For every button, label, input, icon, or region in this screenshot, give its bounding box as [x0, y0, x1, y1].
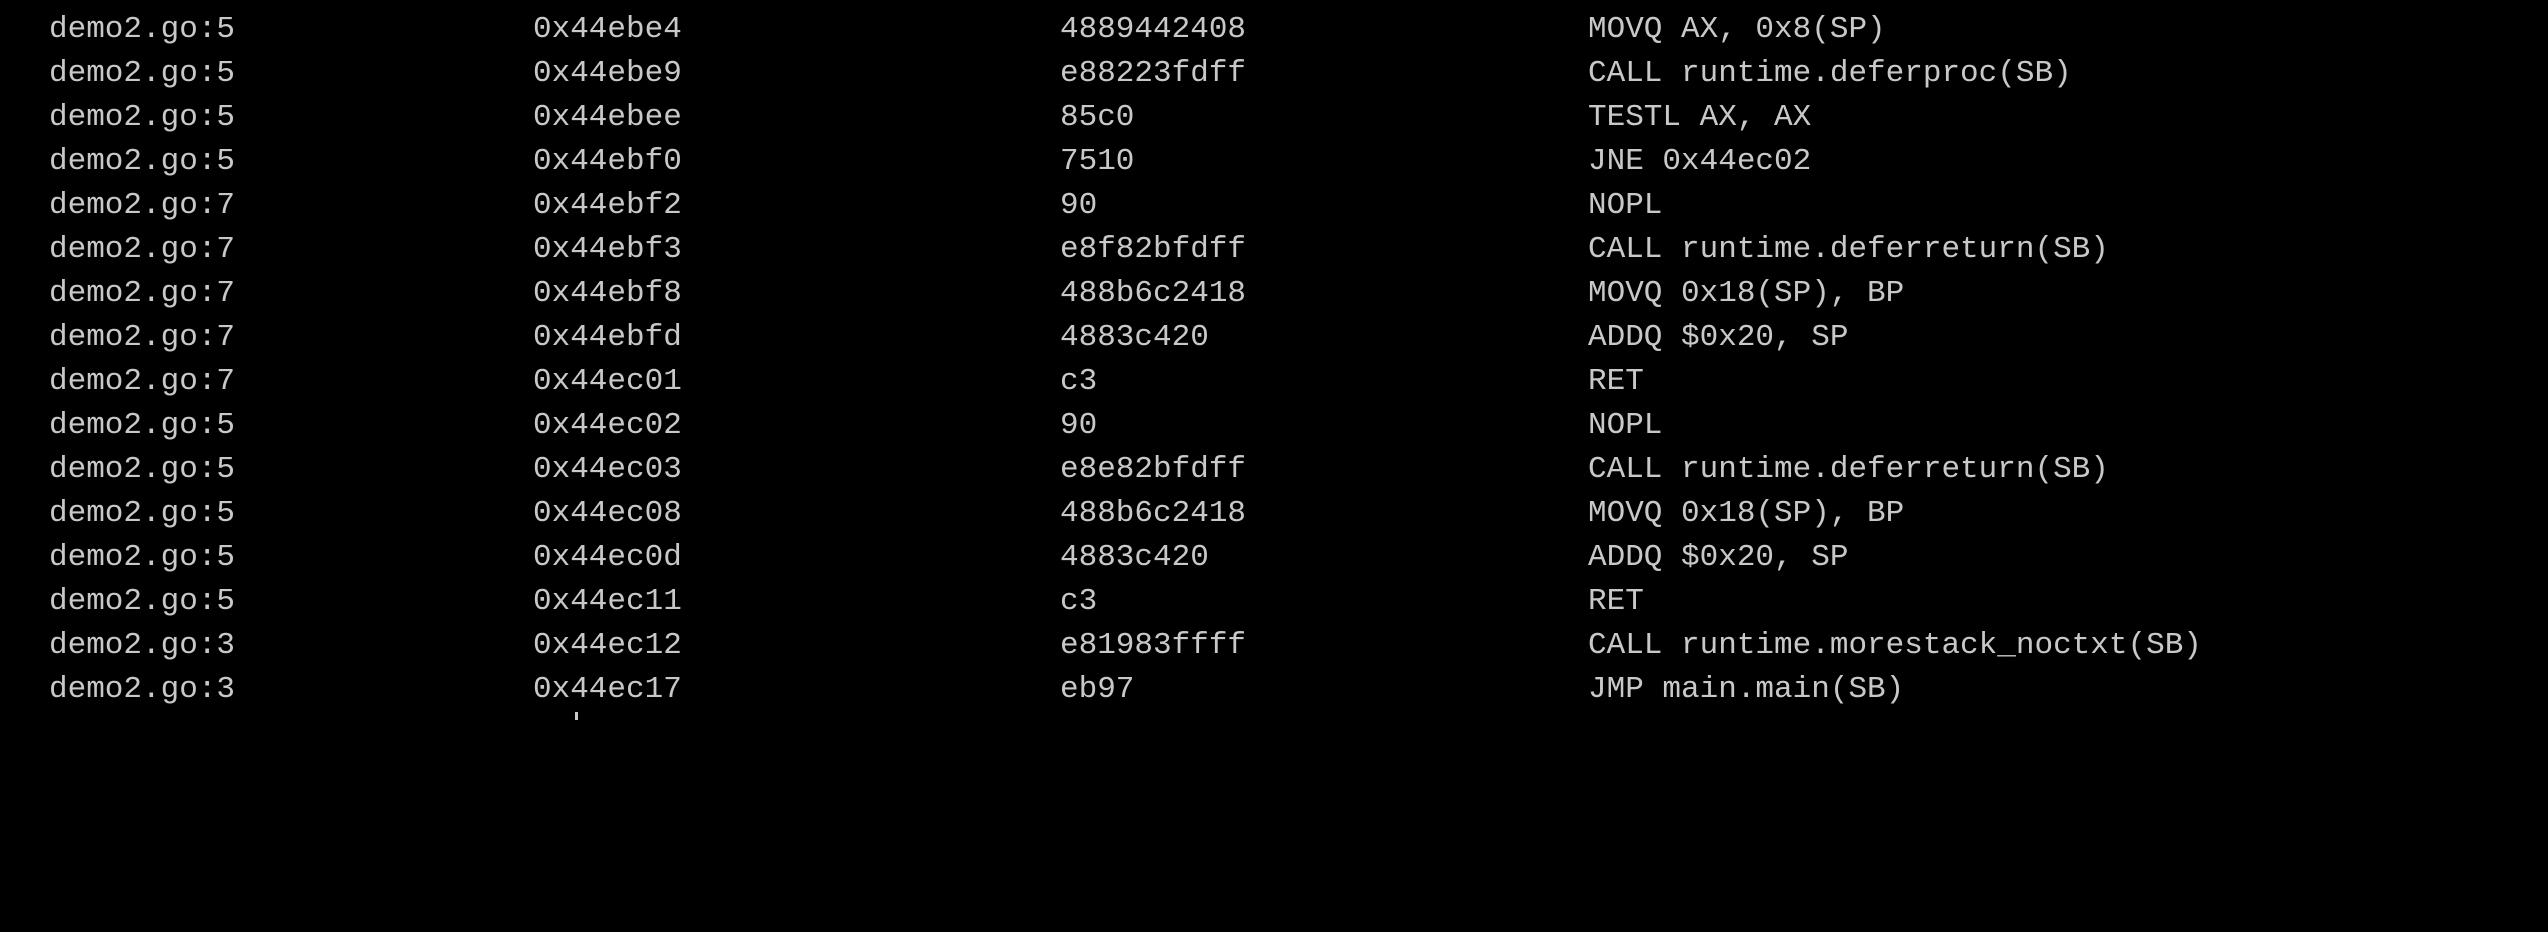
- disasm-row: demo2.go:5 0x44ec02 90 NOPL: [0, 404, 2548, 448]
- disasm-row: demo2.go:5 0x44ec03 e8e82bfdff CALL runt…: [0, 448, 2548, 492]
- assembly-instruction: CALL runtime.deferreturn(SB): [1588, 232, 2109, 267]
- machine-code: 85c0: [1060, 100, 1135, 135]
- disasm-row: demo2.go:5 0x44ebee 85c0 TESTL AX, AX: [0, 96, 2548, 140]
- instruction-address: 0x44ebe4: [533, 12, 682, 47]
- source-location: demo2.go:7: [49, 188, 236, 223]
- assembly-instruction: MOVQ 0x18(SP), BP: [1588, 276, 1905, 311]
- disasm-row: demo2.go:3 0x44ec17 eb97 JMP main.main(S…: [0, 668, 2548, 712]
- instruction-address: 0x44ec01: [533, 364, 682, 399]
- assembly-instruction: MOVQ AX, 0x8(SP): [1588, 12, 1886, 47]
- disasm-row: demo2.go:7 0x44ebf2 90 NOPL: [0, 184, 2548, 228]
- disasm-row: demo2.go:7 0x44ec01 c3 RET: [0, 360, 2548, 404]
- machine-code: e88223fdff: [1060, 56, 1247, 91]
- instruction-address: 0x44ebf0: [533, 144, 682, 179]
- machine-code: 4883c420: [1060, 320, 1209, 355]
- source-location: demo2.go:5: [49, 496, 236, 531]
- assembly-instruction: TESTL AX, AX: [1588, 100, 1812, 135]
- machine-code: e81983ffff: [1060, 628, 1247, 663]
- machine-code: 7510: [1060, 144, 1135, 179]
- source-location: demo2.go:5: [49, 144, 236, 179]
- machine-code: 488b6c2418: [1060, 496, 1247, 531]
- source-location: demo2.go:5: [49, 540, 236, 575]
- instruction-address: 0x44ec0d: [533, 540, 682, 575]
- assembly-instruction: ADDQ $0x20, SP: [1588, 540, 1849, 575]
- text-cursor: [575, 712, 578, 720]
- disasm-row: demo2.go:5 0x44ebf0 7510 JNE 0x44ec02: [0, 140, 2548, 184]
- instruction-address: 0x44ebee: [533, 100, 682, 135]
- terminal-output: demo2.go:5 0x44ebe4 4889442408 MOVQ AX, …: [0, 0, 2548, 720]
- instruction-address: 0x44ebf8: [533, 276, 682, 311]
- machine-code: eb97: [1060, 672, 1135, 707]
- source-location: demo2.go:3: [49, 628, 236, 663]
- source-location: demo2.go:7: [49, 276, 236, 311]
- assembly-instruction: RET: [1588, 364, 1644, 399]
- disasm-row: demo2.go:5 0x44ebe4 4889442408 MOVQ AX, …: [0, 8, 2548, 52]
- instruction-address: 0x44ec17: [533, 672, 682, 707]
- machine-code: 90: [1060, 408, 1098, 443]
- disasm-row: demo2.go:5 0x44ebe9 e88223fdff CALL runt…: [0, 52, 2548, 96]
- assembly-instruction: NOPL: [1588, 188, 1663, 223]
- source-location: demo2.go:7: [49, 232, 236, 267]
- disasm-row: demo2.go:7 0x44ebf8 488b6c2418 MOVQ 0x18…: [0, 272, 2548, 316]
- instruction-address: 0x44ec12: [533, 628, 682, 663]
- instruction-address: 0x44ec08: [533, 496, 682, 531]
- source-location: demo2.go:5: [49, 584, 236, 619]
- machine-code: 4889442408: [1060, 12, 1247, 47]
- source-location: demo2.go:7: [49, 320, 236, 355]
- source-location: demo2.go:5: [49, 12, 236, 47]
- machine-code: e8f82bfdff: [1060, 232, 1247, 267]
- machine-code: 90: [1060, 188, 1098, 223]
- instruction-address: 0x44ec11: [533, 584, 682, 619]
- source-location: demo2.go:5: [49, 56, 236, 91]
- source-location: demo2.go:7: [49, 364, 236, 399]
- instruction-address: 0x44ec03: [533, 452, 682, 487]
- disasm-row: demo2.go:5 0x44ec08 488b6c2418 MOVQ 0x18…: [0, 492, 2548, 536]
- assembly-instruction: JMP main.main(SB): [1588, 672, 1905, 707]
- instruction-address: 0x44ebfd: [533, 320, 682, 355]
- instruction-address: 0x44ebe9: [533, 56, 682, 91]
- disasm-row: demo2.go:7 0x44ebf3 e8f82bfdff CALL runt…: [0, 228, 2548, 272]
- assembly-instruction: CALL runtime.deferreturn(SB): [1588, 452, 2109, 487]
- assembly-instruction: NOPL: [1588, 408, 1663, 443]
- instruction-address: 0x44ec02: [533, 408, 682, 443]
- disasm-row: demo2.go:5 0x44ec11 c3 RET: [0, 580, 2548, 624]
- machine-code: c3: [1060, 364, 1098, 399]
- source-location: demo2.go:5: [49, 452, 236, 487]
- disasm-row: demo2.go:7 0x44ebfd 4883c420 ADDQ $0x20,…: [0, 316, 2548, 360]
- machine-code: 4883c420: [1060, 540, 1209, 575]
- source-location: demo2.go:3: [49, 672, 236, 707]
- source-location: demo2.go:5: [49, 408, 236, 443]
- machine-code: e8e82bfdff: [1060, 452, 1247, 487]
- assembly-instruction: RET: [1588, 584, 1644, 619]
- source-location: demo2.go:5: [49, 100, 236, 135]
- instruction-address: 0x44ebf2: [533, 188, 682, 223]
- assembly-instruction: CALL runtime.deferproc(SB): [1588, 56, 2072, 91]
- disasm-row: demo2.go:5 0x44ec0d 4883c420 ADDQ $0x20,…: [0, 536, 2548, 580]
- instruction-address: 0x44ebf3: [533, 232, 682, 267]
- assembly-instruction: ADDQ $0x20, SP: [1588, 320, 1849, 355]
- assembly-instruction: MOVQ 0x18(SP), BP: [1588, 496, 1905, 531]
- machine-code: c3: [1060, 584, 1098, 619]
- machine-code: 488b6c2418: [1060, 276, 1247, 311]
- assembly-instruction: JNE 0x44ec02: [1588, 144, 1812, 179]
- disasm-row: demo2.go:3 0x44ec12 e81983ffff CALL runt…: [0, 624, 2548, 668]
- assembly-instruction: CALL runtime.morestack_noctxt(SB): [1588, 628, 2202, 663]
